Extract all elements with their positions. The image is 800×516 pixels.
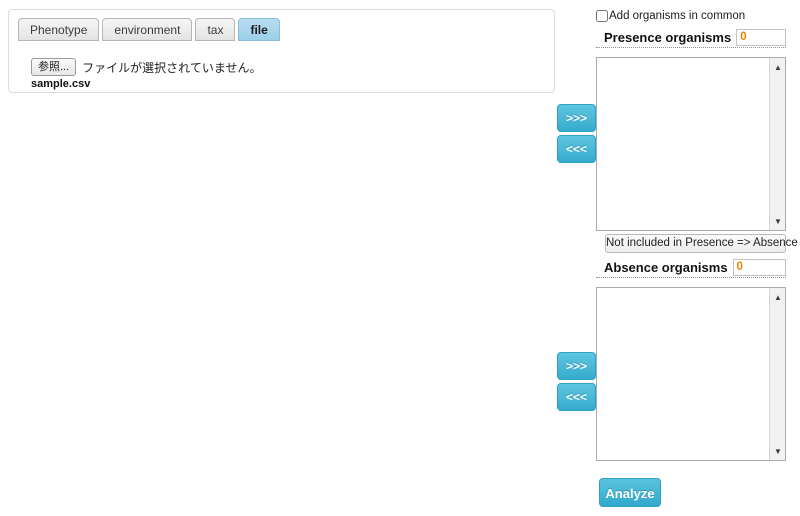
tab-bar: Phenotype environment tax file — [18, 17, 283, 41]
not-included-in-presence-button[interactable]: Not included in Presence => Absence — [605, 234, 798, 253]
absence-organisms-header: Absence organisms 0 — [596, 257, 786, 278]
absence-organisms-count[interactable]: 0 — [732, 258, 786, 276]
presence-organisms-title: Presence organisms — [604, 29, 732, 45]
selected-file-name: sample.csv — [31, 78, 91, 90]
file-input-panel: Phenotype environment tax file 参照... ファイ… — [8, 9, 555, 93]
absence-remove-button[interactable]: <<< — [557, 383, 596, 411]
presence-organisms-count[interactable]: 0 — [736, 28, 786, 46]
organism-selection-panel: Add organisms in common Presence organis… — [596, 0, 800, 516]
add-organisms-in-common-label: Add organisms in common — [609, 10, 746, 22]
presence-add-button[interactable]: >>> — [557, 104, 596, 132]
add-organisms-in-common-row: Add organisms in common — [596, 10, 745, 22]
browse-button[interactable]: 参照... — [31, 58, 77, 76]
presence-list-scrollbar[interactable]: ▲ ▼ — [769, 58, 785, 230]
presence-organisms-listbox[interactable]: ▲ ▼ — [596, 57, 786, 231]
absence-add-button[interactable]: >>> — [557, 352, 596, 380]
scroll-up-icon[interactable]: ▲ — [770, 59, 785, 75]
tab-environment[interactable]: environment — [102, 18, 193, 41]
analyze-button[interactable]: Analyze — [599, 478, 661, 507]
scroll-down-icon[interactable]: ▼ — [770, 213, 785, 229]
absence-transfer-controls: >>> <<< — [557, 352, 596, 414]
absence-organisms-listbox[interactable]: ▲ ▼ — [596, 287, 786, 461]
scroll-down-icon[interactable]: ▼ — [770, 443, 785, 459]
absence-organisms-title: Absence organisms — [604, 259, 728, 275]
tab-file[interactable]: file — [238, 18, 280, 41]
presence-transfer-controls: >>> <<< — [557, 104, 596, 166]
absence-list-scrollbar[interactable]: ▲ ▼ — [769, 288, 785, 460]
file-upload-row: 参照... ファイルが選択されていません。 — [31, 58, 261, 76]
tab-tax[interactable]: tax — [195, 18, 236, 41]
add-organisms-in-common-checkbox[interactable] — [596, 10, 608, 22]
presence-remove-button[interactable]: <<< — [557, 135, 596, 163]
tab-phenotype[interactable]: Phenotype — [18, 18, 100, 41]
scroll-up-icon[interactable]: ▲ — [770, 289, 785, 305]
presence-organisms-header: Presence organisms 0 — [596, 27, 786, 48]
file-selection-status: ファイルが選択されていません。 — [82, 60, 262, 75]
